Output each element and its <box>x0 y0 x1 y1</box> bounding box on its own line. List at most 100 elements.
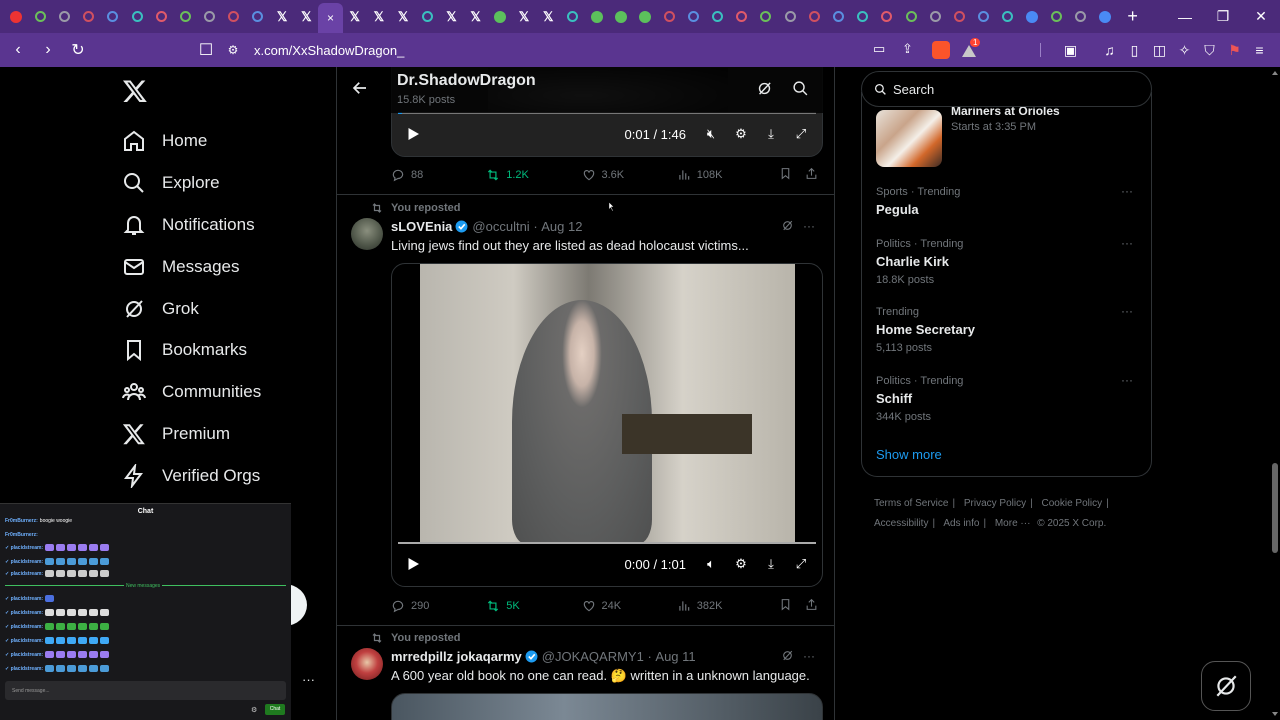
browser-tab[interactable] <box>899 5 923 29</box>
play-icon[interactable] <box>404 125 422 143</box>
flag-icon[interactable]: ⚑ <box>1222 42 1247 59</box>
reply-button[interactable]: 88 <box>391 168 486 182</box>
footer-link[interactable]: Terms of Service <box>874 498 948 509</box>
avatar[interactable] <box>351 218 383 250</box>
browser-tab[interactable] <box>1092 5 1116 29</box>
browser-tab[interactable] <box>52 5 76 29</box>
browser-tab[interactable] <box>1068 5 1092 29</box>
grok-icon[interactable] <box>776 219 798 235</box>
browser-tab[interactable] <box>609 5 633 29</box>
trend-item[interactable]: Sports · Trending Pegula ··· <box>876 184 1141 217</box>
browser-tab[interactable] <box>778 5 802 29</box>
nav-bookmarks[interactable]: Bookmarks <box>122 329 261 371</box>
wallet-icon[interactable]: ◫ <box>1147 42 1172 59</box>
browser-tab[interactable] <box>149 5 173 29</box>
share-icon[interactable] <box>798 598 824 614</box>
trend-item[interactable]: Trending Home Secretary 5,113 posts ··· <box>876 304 1141 354</box>
tweet-date[interactable]: Aug 11 <box>655 649 695 664</box>
search-input[interactable]: Search <box>861 71 1152 107</box>
browser-tab[interactable] <box>1044 5 1068 29</box>
browser-tab[interactable] <box>28 5 52 29</box>
browser-tab[interactable]: 𝕏 <box>294 5 318 29</box>
more-icon[interactable]: ··· <box>1121 373 1133 387</box>
extension-icon[interactable]: ▣ <box>1058 42 1083 59</box>
browser-tab[interactable]: 𝕏 <box>464 5 488 29</box>
browser-tab[interactable] <box>488 5 512 29</box>
browser-tab[interactable]: 𝕏 <box>512 5 536 29</box>
repost-button[interactable]: 5K <box>486 599 581 613</box>
browser-tab[interactable]: 𝕏 <box>536 5 560 29</box>
back-icon[interactable]: ‹ <box>6 38 30 62</box>
browser-tab[interactable] <box>415 5 439 29</box>
fullscreen-icon[interactable]: ⤢ <box>786 556 816 572</box>
share-icon[interactable] <box>798 167 824 183</box>
nav-verified-orgs[interactable]: Verified Orgs <box>122 455 261 497</box>
share-icon[interactable]: ⇪ <box>902 41 913 57</box>
brave-shields-icon[interactable] <box>932 41 950 59</box>
nav-messages[interactable]: Messages <box>122 246 261 288</box>
restore-icon[interactable]: ❐ <box>1204 0 1242 33</box>
search-icon[interactable] <box>782 80 818 102</box>
browser-tab[interactable] <box>972 5 996 29</box>
chat-send-button[interactable]: Chat <box>265 704 285 715</box>
menu-icon[interactable]: ≡ <box>1247 42 1272 58</box>
browser-tab[interactable]: 𝕏 <box>439 5 463 29</box>
chat-username[interactable]: ✓ placidstream: <box>5 666 43 672</box>
scroll-up-icon[interactable] <box>1272 71 1278 75</box>
chat-username[interactable]: ✓ placidstream: <box>5 624 43 630</box>
footer-link[interactable]: Ads info <box>943 518 979 529</box>
browser-tab[interactable] <box>730 5 754 29</box>
forward-icon[interactable]: › <box>36 38 60 62</box>
leo-ai-icon[interactable]: ✧ <box>1172 42 1197 59</box>
views-button[interactable]: 108K <box>677 168 772 182</box>
more-icon[interactable]: ··· <box>798 219 820 235</box>
address-bar[interactable]: ⚙ x.com/XxShadowDragon_ <box>222 37 922 63</box>
browser-tab[interactable] <box>657 5 681 29</box>
browser-tab-active[interactable]: × <box>318 3 343 33</box>
nav-grok[interactable]: Grok <box>122 288 261 330</box>
views-button[interactable]: 382K <box>677 599 772 613</box>
like-button[interactable]: 24K <box>582 599 677 613</box>
close-window-icon[interactable]: ✕ <box>1242 0 1280 33</box>
reply-button[interactable]: 290 <box>391 599 486 613</box>
nav-home[interactable]: Home <box>122 120 261 162</box>
footer-more-link[interactable]: More ··· <box>995 518 1031 529</box>
chat-username[interactable]: ✓ placidstream: <box>5 638 43 644</box>
minimize-icon[interactable]: — <box>1166 0 1204 33</box>
author-handle[interactable]: @JOKAQARMY1 <box>542 649 644 664</box>
grok-icon[interactable] <box>746 80 782 102</box>
trend-item[interactable]: Politics · Trending Charlie Kirk 18.8K p… <box>876 236 1141 286</box>
author-handle[interactable]: @occultni <box>472 219 529 234</box>
more-icon[interactable]: ··· <box>1121 304 1133 318</box>
tweet-date[interactable]: Aug 12 <box>541 219 582 234</box>
nav-notifications[interactable]: Notifications <box>122 204 261 246</box>
page-scrollbar[interactable] <box>1270 67 1280 720</box>
sidebar-toggle-icon[interactable]: ▯ <box>1122 42 1147 59</box>
browser-tab[interactable] <box>1020 5 1044 29</box>
browser-tab[interactable]: 𝕏 <box>343 5 367 29</box>
browser-tab[interactable] <box>4 5 28 29</box>
chat-username[interactable]: ✓ placidstream: <box>5 559 43 565</box>
pip-icon[interactable]: ⤓ <box>756 126 786 142</box>
browser-tab[interactable] <box>77 5 101 29</box>
chat-input[interactable]: Send message... <box>5 681 286 700</box>
browser-tab[interactable] <box>633 5 657 29</box>
nav-communities[interactable]: Communities <box>122 371 261 413</box>
chat-username[interactable]: ✓ placidstream: <box>5 610 43 616</box>
play-icon[interactable] <box>404 555 422 573</box>
new-tab-button[interactable]: + <box>1123 6 1143 27</box>
footer-link[interactable]: Privacy Policy <box>964 498 1026 509</box>
chat-username[interactable]: ✓ placidstream: <box>5 652 43 658</box>
vpn-icon[interactable]: ⛉ <box>1197 42 1222 59</box>
browser-tab[interactable] <box>681 5 705 29</box>
browser-tab[interactable] <box>585 5 609 29</box>
cast-icon[interactable]: ▭ <box>873 41 885 57</box>
browser-tab[interactable] <box>875 5 899 29</box>
footer-link[interactable]: Accessibility <box>874 518 928 529</box>
reload-icon[interactable]: ↻ <box>66 38 90 62</box>
footer-link[interactable]: Cookie Policy <box>1042 498 1103 509</box>
browser-tab[interactable] <box>246 5 270 29</box>
settings-icon[interactable]: ⚙ <box>726 126 756 142</box>
chat-username[interactable]: Fr0mBurnerz: <box>5 518 38 524</box>
bookmark-icon[interactable] <box>772 167 798 183</box>
